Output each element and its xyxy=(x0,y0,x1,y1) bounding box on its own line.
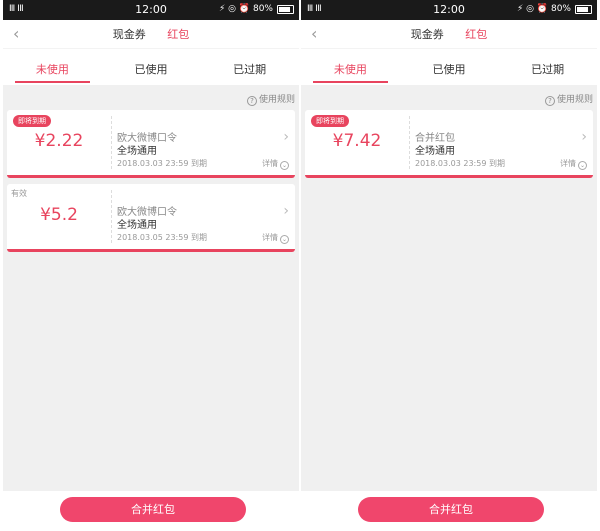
status-icons: ⚡ ◎ ⏰ 80% xyxy=(517,4,571,14)
status-icons: ⚡ ◎ ⏰ 80% xyxy=(219,4,273,14)
detail-label: 详情 xyxy=(262,233,278,242)
merge-packets-button[interactable]: 合并红包 xyxy=(358,497,544,522)
battery-percent: 80% xyxy=(252,4,273,14)
phone-screen-right: Ⅲ ⅠⅡ 12:00 ⚡ ◎ ⏰ 80% ‹ 现金券 红包 未使用 已使用 已过… xyxy=(301,0,597,531)
chevron-down-circle-icon: ⌄ xyxy=(578,161,587,170)
status-tabs: 未使用 已使用 已过期 xyxy=(301,48,597,85)
packet-expiry-date: 2018.03.03 23:59 到期 xyxy=(117,159,207,168)
bottom-bar: 合并红包 xyxy=(301,491,597,531)
status-tabs: 未使用 已使用 已过期 xyxy=(3,48,299,85)
nav-bar: ‹ 现金券 红包 xyxy=(301,20,597,48)
tab-used[interactable]: 已使用 xyxy=(400,49,499,85)
red-packet-card[interactable]: 有效 ¥5.2 欧大微博口令 全场通用 2018.03.05 23:59 到期 … xyxy=(7,184,295,252)
chevron-right-icon: › xyxy=(283,129,289,145)
packet-amount: ¥5.2 xyxy=(40,205,78,225)
chevron-right-icon: › xyxy=(581,129,587,145)
phone-screen-left: Ⅲ ⅠⅡ 12:00 ⚡ ◎ ⏰ 80% ‹ 现金券 红包 未使用 已使用 已过… xyxy=(3,0,299,531)
chevron-right-icon: › xyxy=(283,203,289,219)
battery-percent: 80% xyxy=(550,4,571,14)
nav-tab-red-packets[interactable]: 红包 xyxy=(465,28,487,41)
tab-unused[interactable]: 未使用 xyxy=(3,49,102,85)
usage-rules-label: 使用规则 xyxy=(556,95,593,105)
tab-unused[interactable]: 未使用 xyxy=(301,49,400,85)
status-glyphs: ⚡ ◎ ⏰ xyxy=(219,4,251,14)
bottom-bar: 合并红包 xyxy=(3,491,299,531)
detail-label: 详情 xyxy=(560,159,576,168)
nav-tab-coupons[interactable]: 现金券 xyxy=(411,28,444,41)
red-packet-card[interactable]: 即将到期 ¥2.22 欧大微博口令 全场通用 2018.03.03 23:59 … xyxy=(7,110,295,178)
detail-toggle[interactable]: 详情 ⌄ xyxy=(262,158,289,170)
usage-rules-label: 使用规则 xyxy=(258,95,295,105)
packet-scope: 全场通用 xyxy=(117,220,157,231)
expiring-badge: 即将到期 xyxy=(311,115,349,127)
status-bar: Ⅲ ⅠⅡ 12:00 ⚡ ◎ ⏰ 80% xyxy=(3,0,299,20)
usage-rules-link[interactable]: ? 使用规则 xyxy=(3,85,299,108)
battery-icon xyxy=(277,5,294,14)
packet-amount: ¥2.22 xyxy=(34,131,84,151)
packet-scope: 全场通用 xyxy=(117,146,157,157)
screenshot-composite: Ⅲ ⅠⅡ 12:00 ⚡ ◎ ⏰ 80% ‹ 现金券 红包 未使用 已使用 已过… xyxy=(0,0,600,531)
nav-tab-coupons[interactable]: 现金券 xyxy=(113,28,146,41)
detail-toggle[interactable]: 详情 ⌄ xyxy=(560,158,587,170)
detail-toggle[interactable]: 详情 ⌄ xyxy=(262,232,289,244)
battery-icon xyxy=(575,5,592,14)
card-divider xyxy=(409,116,410,169)
chevron-down-circle-icon: ⌄ xyxy=(280,161,289,170)
status-bar: Ⅲ ⅠⅡ 12:00 ⚡ ◎ ⏰ 80% xyxy=(301,0,597,20)
tab-expired[interactable]: 已过期 xyxy=(200,49,299,85)
nav-titles: 现金券 红包 xyxy=(301,26,597,42)
packet-amount: ¥7.42 xyxy=(332,131,382,151)
detail-label: 详情 xyxy=(262,159,278,168)
nav-tab-red-packets[interactable]: 红包 xyxy=(167,28,189,41)
help-circle-icon: ? xyxy=(246,96,257,106)
tab-used[interactable]: 已使用 xyxy=(102,49,201,85)
red-packet-card[interactable]: 即将到期 ¥7.42 合并红包 全场通用 2018.03.03 23:59 到期… xyxy=(305,110,593,178)
packet-scope: 全场通用 xyxy=(415,146,455,157)
expiring-badge: 即将到期 xyxy=(13,115,51,127)
tab-expired[interactable]: 已过期 xyxy=(498,49,597,85)
chevron-down-circle-icon: ⌄ xyxy=(280,235,289,244)
card-divider xyxy=(111,190,112,243)
nav-bar: ‹ 现金券 红包 xyxy=(3,20,299,48)
packet-expiry-date: 2018.03.03 23:59 到期 xyxy=(415,159,505,168)
status-glyphs: ⚡ ◎ ⏰ xyxy=(517,4,549,14)
nav-titles: 现金券 红包 xyxy=(3,26,299,42)
help-circle-icon: ? xyxy=(544,96,555,106)
packet-expiry-date: 2018.03.05 23:59 到期 xyxy=(117,233,207,242)
card-divider xyxy=(111,116,112,169)
usage-rules-link[interactable]: ? 使用规则 xyxy=(301,85,597,108)
valid-label: 有效 xyxy=(11,189,27,198)
merge-packets-button[interactable]: 合并红包 xyxy=(60,497,246,522)
